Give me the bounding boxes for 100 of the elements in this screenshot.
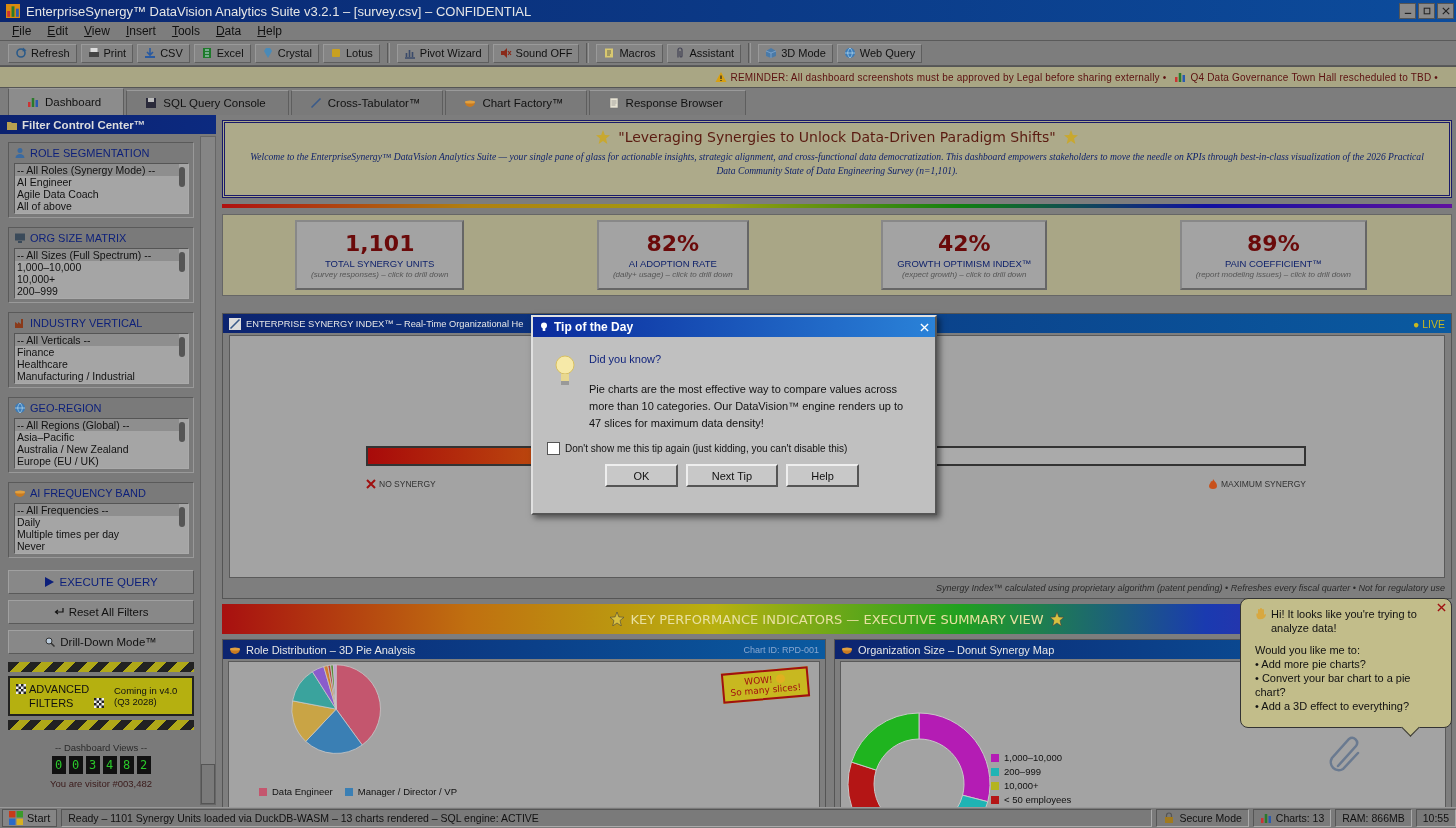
visitor-text: You are visitor #003,482: [49, 778, 154, 789]
promo-note: Coming in v4.0 (Q3 2028): [114, 685, 179, 707]
list-option[interactable]: 1,000–10,000: [15, 261, 180, 273]
dialog-button[interactable]: Next Tip: [686, 464, 778, 487]
menu-item[interactable]: Edit: [39, 24, 77, 38]
toolbar-button[interactable]: Pivot Wizard: [396, 43, 489, 63]
list-option[interactable]: Multiple times per day: [15, 528, 180, 540]
status-text: Secure Mode: [1179, 812, 1242, 824]
list-option[interactable]: -- All Regions (Global) --: [15, 419, 180, 431]
list-option[interactable]: -- All Sizes (Full Spectrum) --: [15, 249, 180, 261]
panel-title: ENTERPRISE SYNERGY INDEX™ – Real-Time Organizational He: [246, 318, 524, 329]
sidebar-button[interactable]: EXECUTE QUERY: [8, 570, 195, 594]
tab[interactable]: Response Browser: [588, 90, 746, 115]
legend-label: 10,000+: [1004, 780, 1039, 791]
kpi-label: GROWTH OPTIMISM INDEX™: [897, 258, 1032, 269]
toolbar-button[interactable]: Sound OFF: [492, 43, 580, 63]
kpi-note: (expect growth) – click to drill down: [902, 270, 1027, 279]
assistant-text: • Convert your bar chart to a pie chart?: [1255, 671, 1412, 699]
dialog-text: Pie charts are the most effective way to compare values across more than 10 categories. Our DataVision™ engine renders up to 47 slices for maximum data density!: [589, 382, 905, 431]
kpi-note: (report modeling issues) – click to drill down: [1195, 270, 1351, 279]
counter-digit: 0: [51, 756, 66, 774]
kpi-label: TOTAL SYNERGY UNITS: [324, 258, 435, 269]
ticker-text: REMINDER: All dashboard screenshots must be approved by Legal before sharing externally •: [730, 71, 1167, 83]
kpi-card[interactable]: 1,101 TOTAL SYNERGY UNITS (survey responses) – click to drill down: [295, 220, 465, 290]
list-option[interactable]: Asia–Pacific: [15, 431, 180, 443]
list-option[interactable]: Finance: [15, 346, 180, 358]
ticker-text: Q4 Data Governance Town Hall rescheduled to TBD •: [1190, 71, 1438, 83]
list-option[interactable]: Europe (EU / UK): [15, 455, 180, 467]
start-button[interactable]: Start: [2, 809, 58, 827]
menu-item[interactable]: File: [4, 24, 40, 38]
kpi-card[interactable]: 42% GROWTH OPTIMISM INDEX™ (expect growth) – click to drill down: [881, 220, 1048, 290]
kpi-card[interactable]: 89% PAIN COEFFICIENT™ (report modeling issues) – click to drill down: [1179, 220, 1367, 290]
dialog-button[interactable]: Help: [786, 464, 859, 487]
panel-title: Role Distribution – 3D Pie Analysis: [246, 643, 416, 656]
list-option[interactable]: Manufacturing / Industrial: [15, 370, 180, 382]
filter-title: ROLE SEGMENTATION: [30, 147, 150, 159]
menu-item[interactable]: Insert: [117, 24, 164, 38]
sidebar-heading: Filter Control Center™: [22, 118, 146, 131]
toolbar-button[interactable]: 3D Mode: [758, 43, 833, 63]
toolbar-button[interactable]: Web Query: [836, 43, 923, 63]
sidebar-button[interactable]: Reset All Filters: [8, 600, 195, 624]
legend-label: 1,000–10,000: [1004, 752, 1063, 763]
legend-label: 200–999: [1004, 766, 1041, 777]
views-label: -- Dashboard Views --: [53, 742, 149, 753]
toolbar-button[interactable]: Lotus: [322, 43, 380, 63]
tab[interactable]: SQL Query Console: [126, 90, 289, 115]
kpi-note: (daily+ usage) – click to drill down: [612, 270, 733, 279]
sticker-text: WOW!: [744, 674, 774, 687]
counter-digit: 4: [102, 756, 117, 774]
list-option[interactable]: Never: [15, 540, 180, 552]
toolbar-button[interactable]: Macros: [596, 43, 663, 63]
menu-item[interactable]: View: [76, 24, 118, 38]
list-option[interactable]: Daily: [15, 516, 180, 528]
tab[interactable]: Cross-Tabulator™: [290, 90, 444, 115]
assistant-text: • Add more pie charts?: [1255, 657, 1367, 671]
assistant-text: • Add a 3D effect to everything?: [1255, 699, 1411, 713]
toolbar-button[interactable]: Crystal: [254, 43, 319, 63]
menu-item[interactable]: Tools: [163, 24, 208, 38]
counter-digit: 2: [136, 756, 151, 774]
kpi-value: 82%: [646, 231, 700, 256]
filter-listbox[interactable]: -- All Roles (Synergy Mode) -- AI Engineer Agile Data Coach All of above: [14, 163, 190, 214]
tab[interactable]: Dashboard: [8, 88, 125, 115]
menu-item[interactable]: Data: [207, 24, 250, 38]
list-option[interactable]: 200–999: [15, 285, 180, 297]
list-option[interactable]: Agile Data Coach: [15, 188, 180, 200]
filter-listbox[interactable]: -- All Sizes (Full Spectrum) -- 1,000–10,000 10,000+ 200–999: [14, 248, 190, 299]
status-text: RAM: 866MB: [1342, 812, 1405, 824]
menu-item[interactable]: Help: [249, 24, 290, 38]
panel-title: Organization Size – Donut Synergy Map: [858, 643, 1055, 656]
assistant-text: Hi! It looks like you're trying to analyze data!: [1271, 607, 1418, 635]
gauge-max-label: MAXIMUM SYNERGY: [1221, 479, 1306, 489]
list-option[interactable]: Healthcare: [15, 358, 180, 370]
sidebar-button[interactable]: Drill-Down Mode™: [8, 630, 195, 654]
toolbar-button[interactable]: CSV: [137, 43, 190, 63]
header-title: "Leveraging Synergies to Unlock Data-Driven Paradigm Shifts": [618, 129, 1056, 145]
window-title: EnterpriseSynergy™ DataVision Analytics Suite v3.2.1 – [survey.csv] – CONFIDENTIAL: [26, 3, 532, 19]
status-text: Charts: 13: [1275, 812, 1325, 824]
kpi-label: PAIN COEFFICIENT™: [1224, 258, 1322, 269]
chart-id: Chart ID: RPD-001: [743, 644, 819, 655]
filter-listbox[interactable]: -- All Frequencies -- Daily Multiple times per day Never: [14, 503, 190, 554]
dialog-title: Tip of the Day: [554, 320, 634, 334]
list-option[interactable]: 10,000+: [15, 273, 180, 285]
dialog-heading: Did you know?: [589, 353, 663, 365]
list-option[interactable]: -- All Verticals --: [15, 334, 180, 346]
toolbar-button[interactable]: Excel: [193, 43, 251, 63]
toolbar-button[interactable]: Print: [80, 43, 134, 63]
list-option[interactable]: -- All Roles (Synergy Mode) --: [15, 164, 180, 176]
list-option[interactable]: Australia / New Zealand: [15, 443, 180, 455]
kpi-value: 42%: [937, 231, 991, 256]
list-option[interactable]: -- All Frequencies --: [15, 504, 180, 516]
list-option[interactable]: AI Engineer: [15, 176, 180, 188]
toolbar-button[interactable]: Refresh: [8, 43, 77, 63]
filter-listbox[interactable]: -- All Regions (Global) -- Asia–Pacific Australia / New Zealand Europe (EU / UK): [14, 418, 190, 469]
filter-listbox[interactable]: -- All Verticals -- Finance Healthcare Manufacturing / Industrial: [14, 333, 190, 384]
toolbar-button[interactable]: Assistant: [666, 43, 742, 63]
counter-digit: 0: [68, 756, 83, 774]
dialog-button[interactable]: OK: [605, 464, 678, 487]
kpi-card[interactable]: 82% AI ADOPTION RATE (daily+ usage) – click to drill down: [596, 220, 749, 290]
list-option[interactable]: All of above: [15, 200, 180, 212]
tab[interactable]: Chart Factory™: [445, 90, 587, 115]
